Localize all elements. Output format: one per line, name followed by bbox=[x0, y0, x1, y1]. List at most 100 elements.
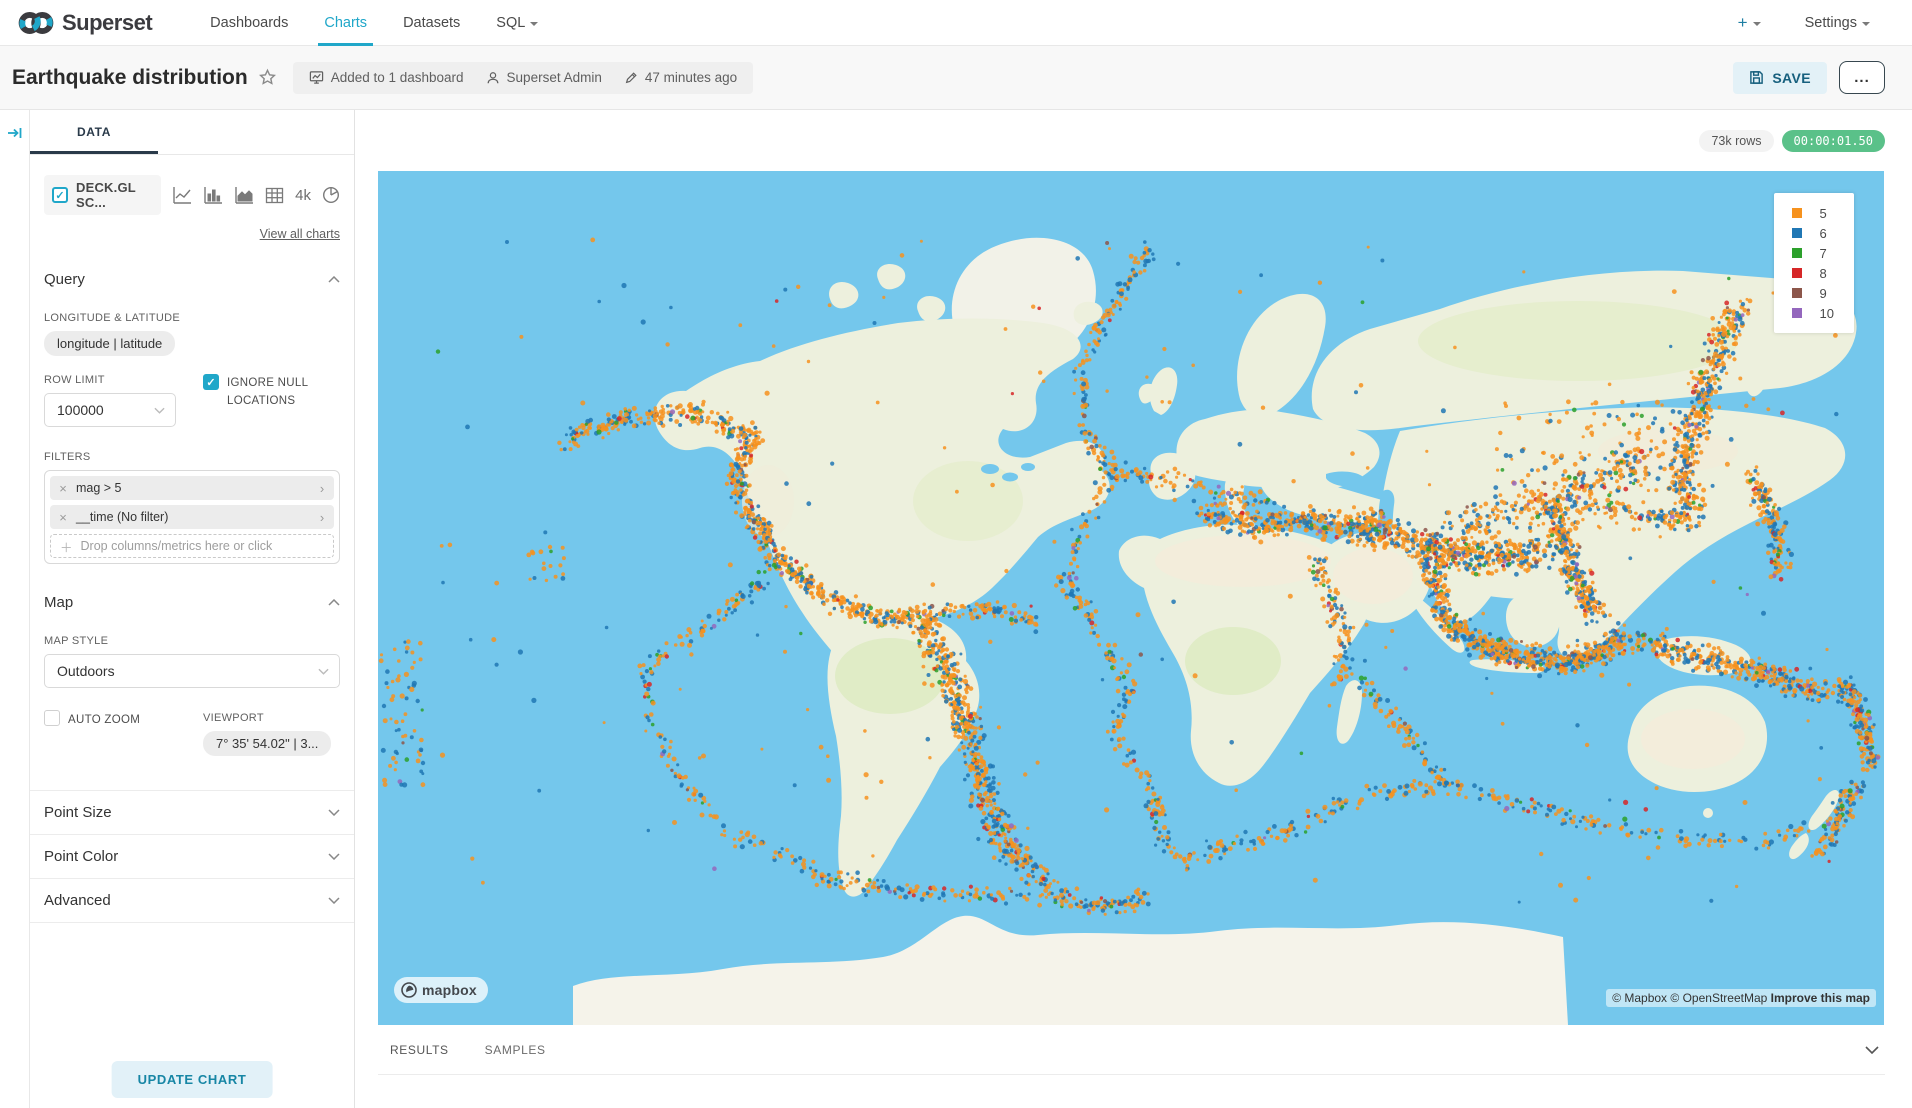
filter-chip-time[interactable]: × __time (No filter) › bbox=[50, 505, 334, 529]
results-tabbar: RESULTS SAMPLES bbox=[378, 1025, 1885, 1075]
map-legend: 5 6 7 8 9 10 bbox=[1774, 193, 1854, 333]
legend-swatch bbox=[1792, 288, 1802, 298]
nav-item-dashboards[interactable]: Dashboards bbox=[192, 0, 306, 46]
chart-header: Earthquake distribution Added to 1 dashb… bbox=[0, 46, 1912, 110]
legend-swatch bbox=[1792, 228, 1802, 238]
remove-filter-icon[interactable]: × bbox=[50, 510, 76, 525]
line-chart-icon[interactable] bbox=[172, 186, 192, 204]
legend-entry[interactable]: 8 bbox=[1786, 263, 1840, 283]
more-options-button[interactable]: ... bbox=[1839, 61, 1885, 94]
bar-chart-icon[interactable] bbox=[203, 186, 223, 204]
settings-menu[interactable]: Settings bbox=[1787, 0, 1888, 46]
lonlat-label: LONGITUDE & LATITUDE bbox=[44, 312, 340, 324]
user-icon bbox=[486, 71, 500, 85]
brand-name: Superset bbox=[62, 10, 152, 36]
chevron-up-icon bbox=[328, 599, 340, 606]
filters-box: × mag > 5 › × __time (No filter) › ＋ Dro… bbox=[44, 470, 340, 564]
chart-area: 73k rows 00:00:01.50 bbox=[355, 110, 1912, 1108]
collapse-results-icon[interactable] bbox=[1865, 1046, 1885, 1054]
filter-drop-zone[interactable]: ＋ Drop columns/metrics here or click bbox=[50, 534, 334, 558]
legend-swatch bbox=[1792, 208, 1802, 218]
update-chart-button[interactable]: UPDATE CHART bbox=[112, 1061, 273, 1098]
owner-meta[interactable]: Superset Admin bbox=[486, 70, 602, 85]
ignore-null-label: IGNORE NULL LOCATIONS bbox=[227, 374, 340, 411]
legend-swatch bbox=[1792, 248, 1802, 258]
chevron-down-icon bbox=[154, 407, 165, 414]
lonlat-value-pill[interactable]: longitude | latitude bbox=[44, 331, 175, 356]
point-size-section[interactable]: Point Size bbox=[30, 791, 354, 835]
legend-swatch bbox=[1792, 308, 1802, 318]
save-button[interactable]: SAVE bbox=[1733, 62, 1827, 94]
new-item-button[interactable]: + bbox=[1720, 0, 1779, 46]
chevron-up-icon bbox=[328, 276, 340, 283]
point-color-section[interactable]: Point Color bbox=[30, 835, 354, 879]
legend-label: 9 bbox=[1820, 286, 1827, 301]
big-number-icon[interactable]: 4k bbox=[295, 187, 311, 204]
chevron-right-icon: › bbox=[310, 481, 334, 496]
data-panel: DATA ✓ DECK.GL SC... bbox=[30, 110, 355, 1108]
viz-type-row: ✓ DECK.GL SC... bbox=[44, 175, 340, 215]
auto-zoom-checkbox bbox=[44, 710, 60, 726]
legend-entry[interactable]: 6 bbox=[1786, 223, 1840, 243]
chevron-down-icon bbox=[328, 897, 340, 904]
table-icon[interactable] bbox=[265, 187, 284, 204]
pencil-icon bbox=[624, 71, 638, 85]
deckgl-map[interactable]: 5678910 mapbox © Mapbox © OpenStreetMap … bbox=[378, 171, 1884, 1025]
legend-label: 6 bbox=[1820, 226, 1827, 241]
mapbox-logo[interactable]: mapbox bbox=[394, 977, 488, 1003]
favorite-star-icon[interactable] bbox=[258, 68, 277, 87]
legend-entry[interactable]: 7 bbox=[1786, 243, 1840, 263]
advanced-section[interactable]: Advanced bbox=[30, 879, 354, 923]
nav-item-datasets[interactable]: Datasets bbox=[385, 0, 478, 46]
chart-meta-bar: Added to 1 dashboard Superset Admin 47 m… bbox=[293, 62, 753, 94]
legend-label: 8 bbox=[1820, 266, 1827, 281]
tab-results[interactable]: RESULTS bbox=[390, 1043, 449, 1057]
remove-filter-icon[interactable]: × bbox=[50, 481, 76, 496]
world-map bbox=[378, 171, 1884, 1025]
chevron-down-icon bbox=[328, 853, 340, 860]
dashboards-meta[interactable]: Added to 1 dashboard bbox=[309, 70, 464, 85]
filters-label: FILTERS bbox=[44, 451, 340, 463]
chevron-right-icon: › bbox=[310, 510, 334, 525]
legend-entry[interactable]: 9 bbox=[1786, 283, 1840, 303]
auto-zoom-checkbox-row[interactable]: AUTO ZOOM bbox=[44, 710, 199, 730]
auto-zoom-label: AUTO ZOOM bbox=[68, 710, 140, 730]
chevron-down-icon bbox=[1753, 22, 1761, 26]
row-limit-label: ROW LIMIT bbox=[44, 374, 199, 386]
dashboard-icon bbox=[309, 70, 324, 85]
status-row: 73k rows 00:00:01.50 bbox=[378, 110, 1885, 171]
chevron-down-icon bbox=[318, 668, 329, 675]
map-style-select[interactable]: Outdoors bbox=[44, 654, 340, 688]
nav-item-sql[interactable]: SQL bbox=[478, 0, 556, 46]
row-limit-select[interactable]: 100000 bbox=[44, 393, 176, 427]
pie-chart-icon[interactable] bbox=[322, 186, 340, 204]
mapbox-icon bbox=[401, 982, 417, 998]
filter-chip-mag[interactable]: × mag > 5 › bbox=[50, 476, 334, 500]
chevron-down-icon bbox=[530, 22, 538, 26]
collapsed-sections: Point Size Point Color Advanced bbox=[30, 790, 354, 923]
improve-map-link[interactable]: Improve this map bbox=[1771, 991, 1870, 1005]
legend-label: 5 bbox=[1820, 206, 1827, 221]
area-chart-icon[interactable] bbox=[234, 186, 254, 204]
viewport-value-pill[interactable]: 7° 35' 54.02" | 3... bbox=[203, 731, 331, 756]
map-section-header[interactable]: Map bbox=[44, 594, 340, 611]
tab-data[interactable]: DATA bbox=[30, 110, 158, 154]
legend-entry[interactable]: 10 bbox=[1786, 303, 1840, 323]
superset-logo[interactable]: Superset bbox=[18, 8, 152, 38]
ignore-null-checkbox: ✓ bbox=[203, 374, 219, 390]
nav-item-charts[interactable]: Charts bbox=[306, 0, 385, 46]
plus-icon: ＋ bbox=[60, 537, 73, 556]
view-all-charts-link[interactable]: View all charts bbox=[44, 227, 340, 241]
row-count-badge: 73k rows bbox=[1699, 130, 1773, 152]
viz-type-selected[interactable]: ✓ DECK.GL SC... bbox=[44, 175, 161, 215]
ignore-null-checkbox-row[interactable]: ✓ IGNORE NULL LOCATIONS bbox=[203, 374, 340, 411]
query-section-header[interactable]: Query bbox=[44, 271, 340, 288]
query-timer: 00:00:01.50 bbox=[1782, 130, 1885, 152]
legend-label: 10 bbox=[1820, 306, 1834, 321]
legend-entry[interactable]: 5 bbox=[1786, 203, 1840, 223]
tab-samples[interactable]: SAMPLES bbox=[485, 1043, 546, 1057]
expand-panel-icon[interactable] bbox=[7, 126, 23, 140]
chevron-down-icon bbox=[328, 809, 340, 816]
last-modified-meta[interactable]: 47 minutes ago bbox=[624, 70, 737, 85]
viewport-label: VIEWPORT bbox=[203, 712, 340, 724]
